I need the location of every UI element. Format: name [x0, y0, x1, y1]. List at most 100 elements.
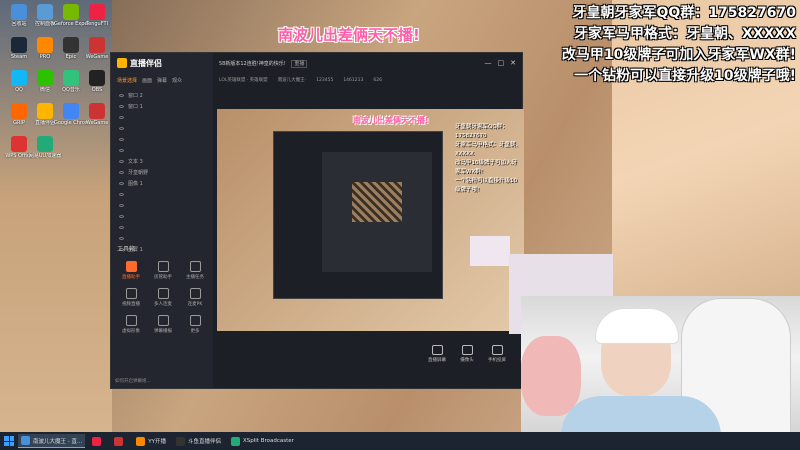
tool-button[interactable]: 直播助手 — [115, 261, 147, 280]
app-icon — [63, 70, 79, 86]
maximize-icon[interactable]: □ — [498, 59, 505, 67]
stream-title-text: 58新版本12连胜!神皇的快乐! — [219, 60, 286, 67]
source-button[interactable]: 手机投屏 — [487, 345, 507, 363]
taskbar-item[interactable] — [89, 434, 107, 448]
live-icon — [125, 261, 137, 272]
plush-toy — [521, 336, 581, 416]
tool-button[interactable]: 虚拟形象 — [115, 315, 147, 334]
viewer-count: 1461213 — [343, 77, 364, 83]
taskbar-item[interactable]: YY开播 — [133, 434, 169, 448]
phone-icon — [491, 345, 503, 355]
eye-icon[interactable] — [119, 116, 124, 119]
help-link[interactable]: 如何开启弹幕姬... — [115, 378, 151, 384]
tool-button[interactable]: 弹幕播报 — [147, 315, 179, 334]
room-id: 123455 — [316, 77, 334, 83]
scene-item[interactable] — [115, 200, 209, 211]
window-controls: — □ ✕ — [485, 59, 517, 67]
eye-icon[interactable] — [119, 237, 124, 240]
admin-icon — [157, 261, 169, 272]
tab-scenes[interactable]: 场景选择 — [117, 77, 137, 84]
scene-item[interactable] — [115, 145, 209, 156]
app-icon — [11, 70, 27, 86]
tab-danmaku[interactable]: 弹幕 — [157, 77, 167, 84]
fans-count: 626 — [373, 77, 382, 83]
desktop-icon[interactable]: OBS — [82, 70, 112, 93]
eye-icon[interactable] — [119, 193, 124, 196]
overlay-line: 一个钻粉可以直接升级10级牌子哦! — [574, 68, 796, 84]
replay-badge[interactable]: 重播 — [291, 59, 308, 68]
app-icon — [63, 37, 79, 53]
scene-item[interactable]: 文本 3 — [115, 156, 209, 167]
tool-button[interactable]: 房管助手 — [147, 261, 179, 280]
taskbar-item-label: 斗鱼直播伴侣 — [187, 439, 221, 445]
scene-item[interactable] — [115, 222, 209, 233]
scene-item[interactable]: 窗口 1 — [115, 101, 209, 112]
tool-button[interactable]: 视频直播 — [115, 288, 147, 307]
scene-label: 文本 3 — [128, 159, 143, 165]
eye-icon[interactable] — [119, 215, 124, 218]
desktop-icon[interactable]: TenguFTI — [82, 4, 112, 27]
category-label[interactable]: LOL英雄联盟 · 英雄联盟 — [219, 77, 268, 83]
eye-icon[interactable] — [119, 94, 124, 97]
small-camera-feed — [470, 236, 510, 266]
scene-item[interactable]: 图像 1 — [115, 178, 209, 189]
eye-icon[interactable] — [119, 105, 124, 108]
toolbox-grid: 直播助手 房管助手 主播任务视频直播 多人连麦 连麦PK 虚拟形象 弹幕播报 更多 — [115, 261, 211, 334]
minimize-icon[interactable]: — — [485, 59, 492, 67]
stream-overlay-banner: 南波儿出差俩天不播! — [278, 26, 420, 44]
tab-picture[interactable]: 画面 — [142, 77, 152, 84]
eye-icon[interactable] — [119, 204, 124, 207]
desktop-icon[interactable]: WeGame — [82, 37, 112, 60]
app-icon — [11, 103, 27, 119]
taskbar-item[interactable]: XSplit Broadcaster — [228, 434, 297, 448]
source-button[interactable]: 直播屏幕 — [427, 345, 447, 363]
app-icon — [37, 37, 53, 53]
app-icon — [37, 4, 53, 20]
taskbar-item[interactable] — [111, 434, 129, 448]
preview-overlay-line: 一个钻粉可以直接升级10级牌子哦! — [455, 178, 517, 193]
tool-button[interactable]: 更多 — [179, 315, 211, 334]
app-icon — [89, 37, 105, 53]
taskbar-app-icon — [114, 436, 124, 446]
scene-item[interactable] — [115, 112, 209, 123]
desktop-icon[interactable]: 网易UU加速器 — [28, 136, 62, 159]
eye-icon[interactable] — [119, 127, 124, 130]
avatar-icon — [125, 315, 137, 326]
eye-icon[interactable] — [119, 138, 124, 141]
taskbar-app-icon — [21, 436, 30, 445]
scene-item[interactable]: 窗口 2 — [115, 90, 209, 101]
taskbar-item[interactable]: 南波儿大魔王 - 直... — [18, 434, 86, 448]
eye-icon[interactable] — [119, 226, 124, 229]
preview-overlay-line: 改马甲10级牌子可加入牙家军WX群! — [455, 160, 517, 175]
scene-item[interactable] — [115, 123, 209, 134]
eye-icon[interactable] — [119, 149, 124, 152]
windows-start-icon[interactable] — [4, 436, 14, 446]
eye-icon[interactable] — [119, 160, 124, 163]
tool-button[interactable]: 连麦PK — [179, 288, 211, 307]
nested-app-capture — [273, 131, 443, 299]
stream-overlay-info: 牙皇朝牙家军QQ群：175827670 牙家军马甲格式：牙皇朝、XXXXX 改马… — [534, 3, 796, 87]
taskbar-app-icon — [92, 436, 102, 446]
tool-button[interactable]: 主播任务 — [179, 261, 211, 280]
stream-title[interactable]: 58新版本12连胜!神皇的快乐! 重播 — [219, 59, 485, 68]
eye-icon[interactable] — [119, 182, 124, 185]
tab-viewers[interactable]: 观众 — [172, 77, 182, 84]
stream-preview[interactable]: 南波儿出差俩天不播! 牙皇朝牙家军QQ群：175827670 牙家军马甲格式：牙… — [217, 109, 524, 331]
recursive-capture — [352, 182, 402, 222]
camera-icon — [461, 345, 473, 355]
scene-item[interactable] — [115, 211, 209, 222]
source-label: 直播屏幕 — [428, 358, 446, 363]
source-button[interactable]: 摄像头 — [457, 345, 477, 363]
scene-item[interactable] — [115, 189, 209, 200]
app-icon — [37, 103, 53, 119]
desktop-icon[interactable]: WeGame — [82, 103, 112, 126]
tool-button[interactable]: 多人连麦 — [147, 288, 179, 307]
desktop-icon-label: 网易UU加速器 — [28, 153, 62, 159]
scene-item[interactable] — [115, 233, 209, 244]
scene-item[interactable]: 牙皇朝野 — [115, 167, 209, 178]
close-icon[interactable]: ✕ — [510, 59, 516, 67]
scene-item[interactable] — [115, 134, 209, 145]
taskbar-item[interactable]: 斗鱼直播伴侣 — [173, 434, 224, 448]
eye-icon[interactable] — [119, 171, 124, 174]
taskbar-app-icon — [230, 436, 240, 446]
